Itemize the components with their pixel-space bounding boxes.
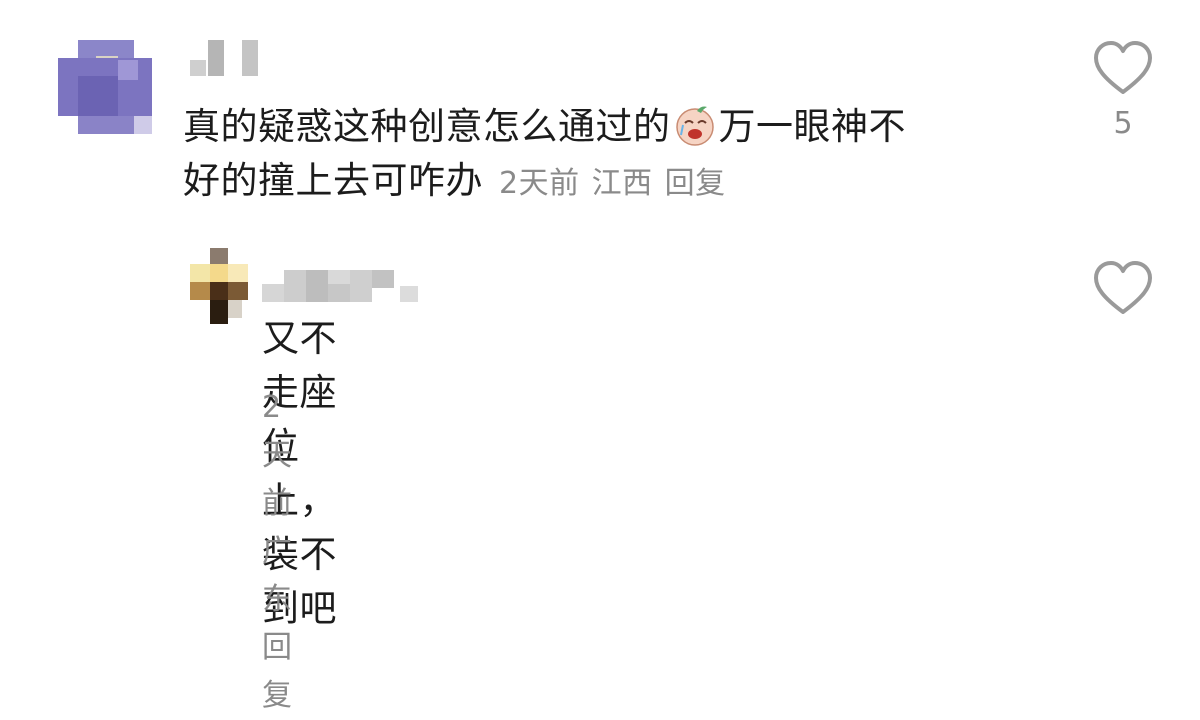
like-count: 5 (1113, 106, 1133, 141)
comment-text-line2: 好的撞上去可咋办 (183, 159, 483, 202)
reply-button[interactable]: 回复 (262, 630, 293, 713)
comment-text: 真的疑惑这种创意怎么通过的 万一眼神不 好的撞上去可咋办 2天前 江西 回复 (183, 100, 1063, 211)
reply-comment-meta: 2天前广东回复 (262, 384, 305, 720)
comment-location: 江西 (591, 166, 653, 201)
avatar-image (190, 248, 248, 324)
avatar[interactable] (58, 40, 152, 134)
like-button[interactable]: 5 (1088, 40, 1158, 141)
heart-outline-icon (1094, 41, 1152, 94)
reply-button[interactable]: 回复 (665, 166, 726, 201)
username-blurred[interactable] (262, 264, 422, 308)
blurred-username-image (262, 270, 418, 302)
blurred-username-image (190, 40, 258, 76)
crying-face-emoji-icon (673, 103, 717, 147)
avatar[interactable] (190, 248, 248, 324)
comment-text-part2: 万一眼神不 (718, 105, 906, 148)
avatar-image (58, 40, 152, 134)
username-blurred[interactable] (190, 40, 270, 82)
comment-time: 2天前 (262, 390, 293, 521)
like-button[interactable] (1088, 260, 1158, 316)
heart-outline-icon (1094, 261, 1152, 314)
comment-text-part1: 真的疑惑这种创意怎么通过的 (183, 105, 671, 148)
comment-time: 2天前 (499, 166, 580, 201)
comment-meta: 2天前 江西 回复 (499, 166, 738, 201)
comment-location: 广东 (262, 534, 293, 617)
